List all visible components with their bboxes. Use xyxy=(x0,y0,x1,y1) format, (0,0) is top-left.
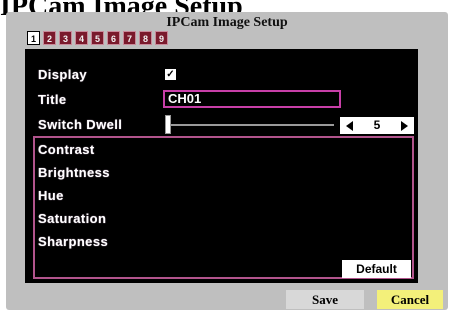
tab-6[interactable]: 6 xyxy=(107,31,120,45)
panel-title: IPCam Image Setup xyxy=(166,15,288,30)
saturation-label: Saturation xyxy=(38,211,107,226)
sharpness-label: Sharpness xyxy=(38,234,109,249)
save-button[interactable]: Save xyxy=(286,290,364,309)
display-label: Display xyxy=(38,67,88,82)
default-button[interactable]: Default xyxy=(342,260,411,278)
switch-dwell-label: Switch Dwell xyxy=(38,117,123,132)
cancel-button[interactable]: Cancel xyxy=(377,290,443,309)
contrast-label: Contrast xyxy=(38,142,95,157)
image-settings-box xyxy=(33,136,414,279)
tab-4[interactable]: 4 xyxy=(75,31,88,45)
title-input[interactable]: CH01 xyxy=(163,90,341,108)
tab-2[interactable]: 2 xyxy=(43,31,56,45)
tab-9[interactable]: 9 xyxy=(155,31,168,45)
tab-1[interactable]: 1 xyxy=(27,31,40,45)
hue-label: Hue xyxy=(38,188,64,203)
title-label: Title xyxy=(38,92,67,107)
brightness-label: Brightness xyxy=(38,165,110,180)
display-checkbox[interactable]: ✓ xyxy=(165,69,176,80)
tab-8[interactable]: 8 xyxy=(139,31,152,45)
channel-tabs: 1 2 3 4 5 6 7 8 9 xyxy=(27,31,168,45)
tab-5[interactable]: 5 xyxy=(91,31,104,45)
arrow-right-icon[interactable] xyxy=(401,121,408,131)
switch-dwell-stepper[interactable]: 5 xyxy=(340,117,414,134)
switch-dwell-slider[interactable] xyxy=(168,124,334,126)
slider-thumb[interactable] xyxy=(165,115,171,134)
tab-7[interactable]: 7 xyxy=(123,31,136,45)
tab-3[interactable]: 3 xyxy=(59,31,72,45)
